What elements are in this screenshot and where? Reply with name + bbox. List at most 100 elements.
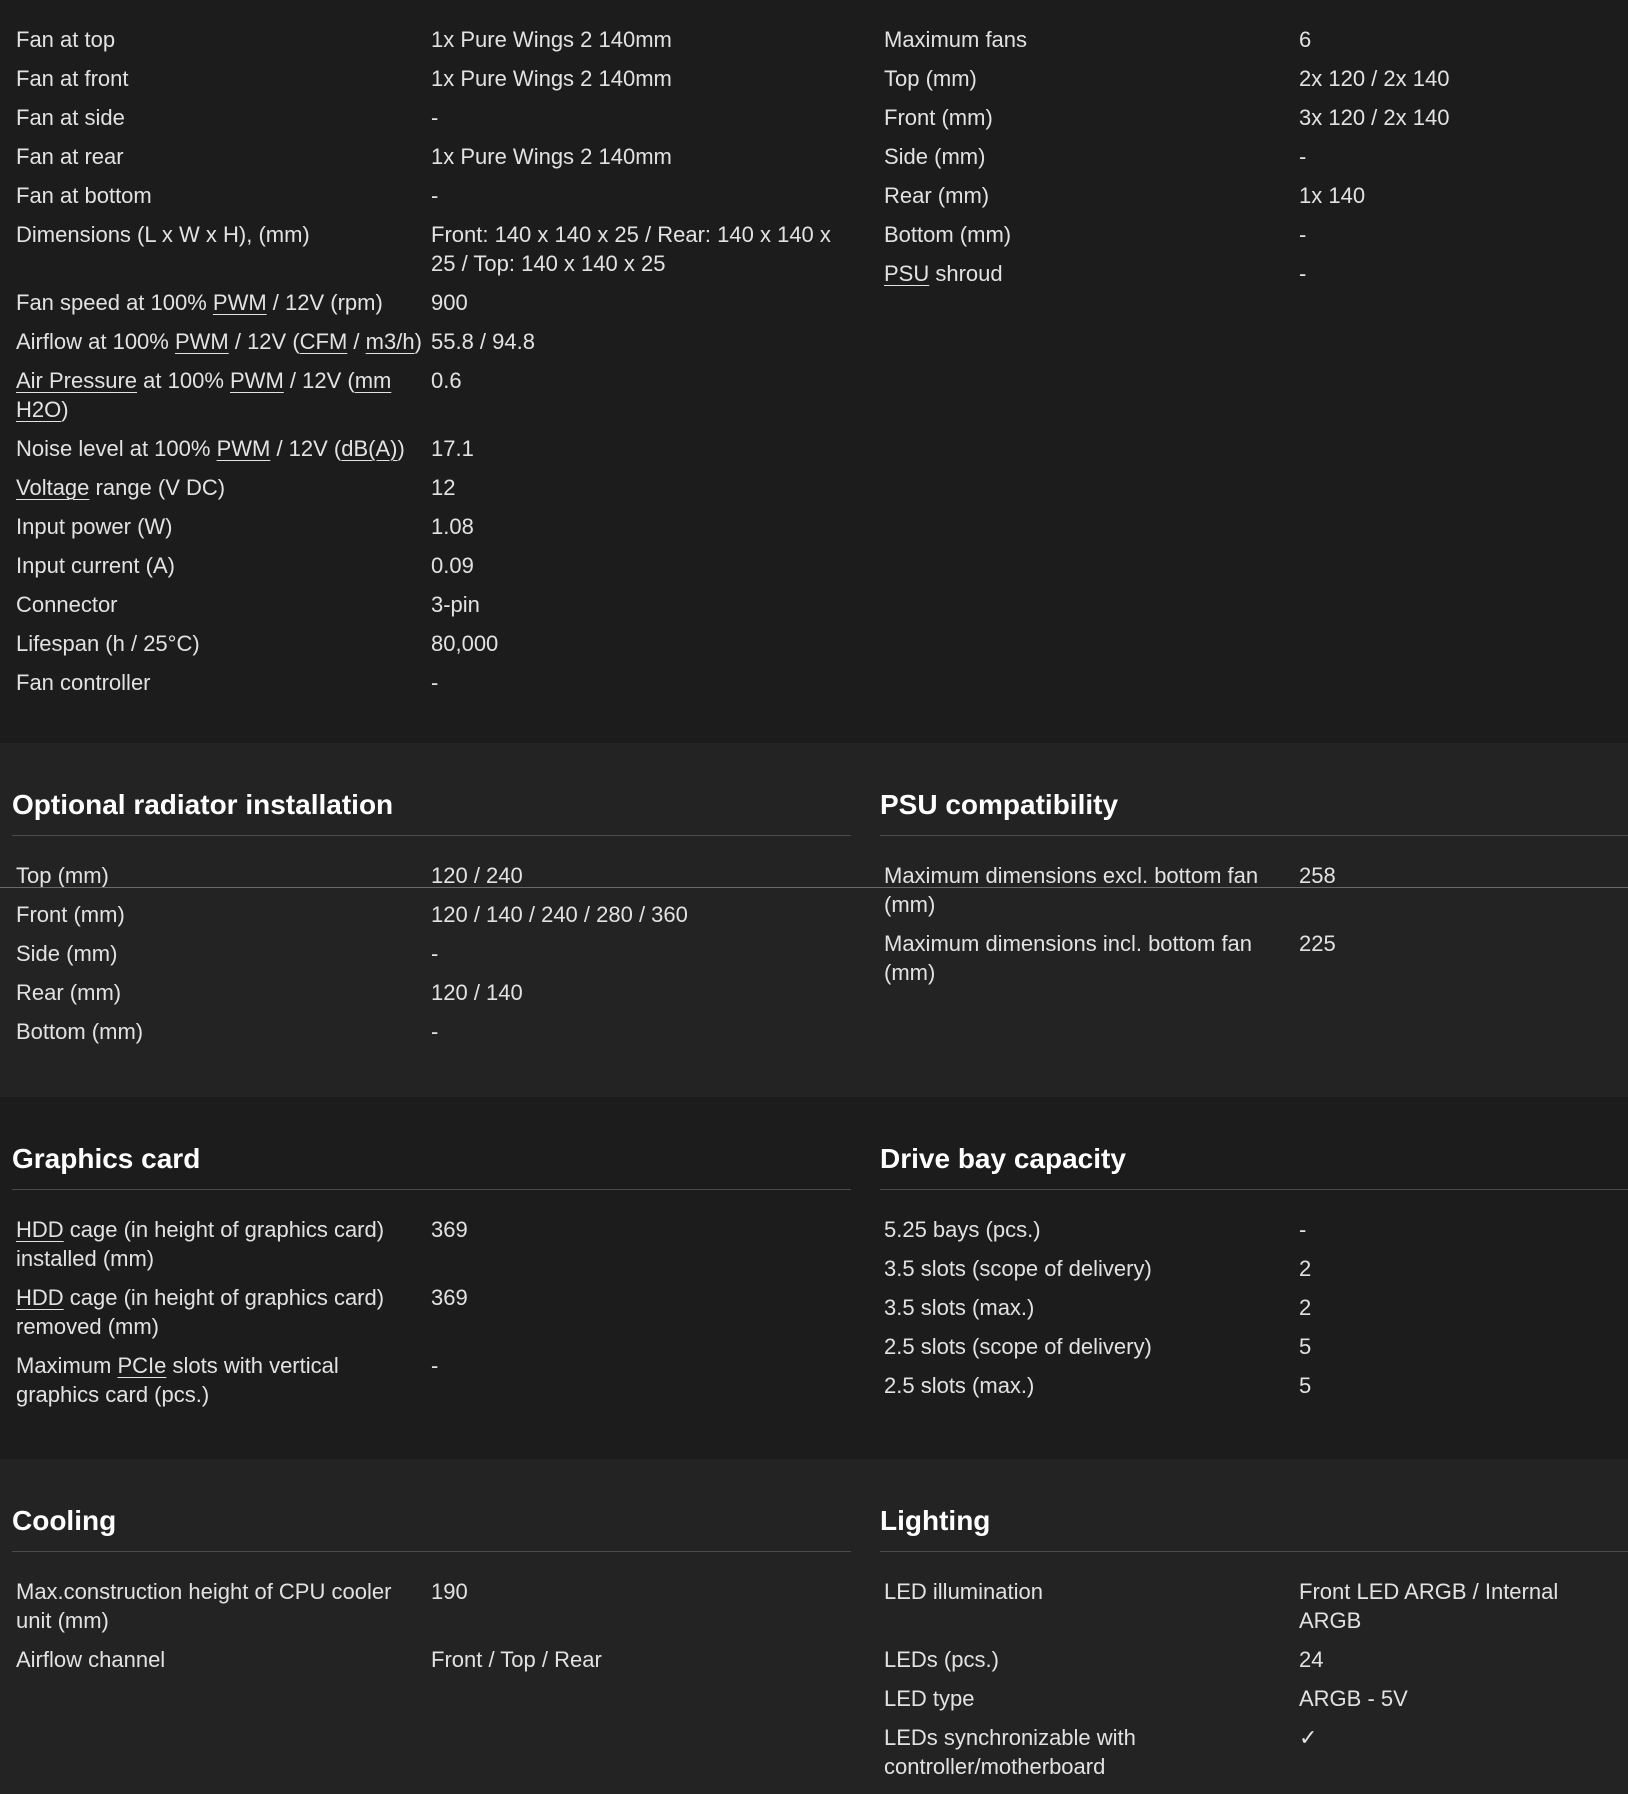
radiator-panel: Optional radiator installation Top (mm) 1… <box>0 743 851 1051</box>
graphics-drive-section: Graphics card HDD cage (in height of gra… <box>0 1097 1628 1459</box>
spec-row: Fan at front 1x Pure Wings 2 140mm <box>0 59 851 98</box>
spec-label: LEDs synchronizable with controller/moth… <box>884 1725 1136 1779</box>
spec-row: 2.5 slots (max.) 5 <box>868 1366 1628 1405</box>
spec-row: Lifespan (h / 25°C) 80,000 <box>0 624 851 663</box>
spec-value: - <box>431 105 439 130</box>
spec-label: Bottom (mm) <box>16 1019 144 1044</box>
spec-row: Fan at side - <box>0 98 851 137</box>
spec-label: Fan controller <box>16 670 151 695</box>
spec-label: Top (mm) <box>884 66 977 91</box>
section-title: Optional radiator installation <box>12 789 394 820</box>
spec-value: Front / Top / Rear <box>431 1647 602 1672</box>
spec-row: Voltage range (V DC) 12 <box>0 468 851 507</box>
spec-label: HDD cage (in height of graphics card) re… <box>16 1285 385 1339</box>
spec-value: - <box>431 670 439 695</box>
spec-label: Maximum dimensions excl. bottom fan (mm) <box>884 863 1259 917</box>
term-link[interactable]: Air Pressure <box>16 368 137 393</box>
section-title: Drive bay capacity <box>880 1143 1126 1174</box>
spec-value: 1x Pure Wings 2 140mm <box>431 27 672 52</box>
term-link[interactable]: PWM <box>213 290 267 315</box>
spec-row: Input power (W) 1.08 <box>0 507 851 546</box>
term-link[interactable]: m3/h <box>366 329 415 354</box>
spec-row: Max.construction height of CPU cooler un… <box>0 1572 851 1640</box>
spec-label: Side (mm) <box>16 941 118 966</box>
spec-row: Bottom (mm) - <box>0 1012 851 1051</box>
spec-value: 190 <box>431 1579 468 1604</box>
spec-row: Fan controller - <box>0 663 851 702</box>
term-link[interactable]: PWM <box>217 436 271 461</box>
spec-label: Fan at front <box>16 66 129 91</box>
spec-row: Front (mm) 3x 120 / 2x 140 <box>868 98 1628 137</box>
spec-value: - <box>1299 261 1307 286</box>
spec-value: 0.6 <box>431 368 462 393</box>
spec-row: Front (mm) 120 / 140 / 240 / 280 / 360 <box>0 895 851 934</box>
spec-label: 3.5 slots (max.) <box>884 1295 1035 1320</box>
spec-value: 1x Pure Wings 2 140mm <box>431 144 672 169</box>
fan-config-left: Fan at top 1x Pure Wings 2 140mm Fan at fr… <box>0 0 851 702</box>
term-link[interactable]: PCIe <box>117 1353 166 1378</box>
spec-value: Front: 140 x 140 x 25 / Rear: 140 x 140 … <box>431 222 831 276</box>
term-link[interactable]: HDD <box>16 1217 64 1242</box>
spec-label: Front (mm) <box>884 105 993 130</box>
spec-value: Front LED ARGB / Internal ARGB <box>1299 1579 1559 1633</box>
spec-label: Voltage range (V DC) <box>16 475 226 500</box>
spec-label: Dimensions (L x W x H), (mm) <box>16 222 310 247</box>
spec-row: LEDs (pcs.) 24 <box>868 1640 1628 1679</box>
spec-value: - <box>1299 222 1307 247</box>
term-link[interactable]: CFM <box>300 329 348 354</box>
spec-table: Max.construction height of CPU cooler un… <box>0 1552 851 1679</box>
spec-row: Side (mm) - <box>868 137 1628 176</box>
spec-value: 55.8 / 94.8 <box>431 329 535 354</box>
spec-row: Bottom (mm) - <box>868 215 1628 254</box>
term-link[interactable]: PWM <box>175 329 229 354</box>
spec-label: Airflow at 100% PWM / 12V (CFM / m3/h) <box>16 329 422 354</box>
psu-panel: PSU compatibility Maximum dimensions exc… <box>868 743 1628 992</box>
spec-row: 5.25 bays (pcs.) - <box>868 1210 1628 1249</box>
spec-row: LED illumination Front LED ARGB / Interna… <box>868 1572 1628 1640</box>
spec-value: 12 <box>431 475 456 500</box>
spec-table: 5.25 bays (pcs.) - 3.5 slots (scope of del… <box>868 1190 1628 1405</box>
spec-value: ARGB - 5V <box>1299 1686 1408 1711</box>
spec-value: 120 / 240 <box>431 863 523 888</box>
spec-value: - <box>1299 1217 1307 1242</box>
term-link[interactable]: PSU <box>884 261 929 286</box>
term-link[interactable]: HDD <box>16 1285 64 1310</box>
spec-label: Top (mm) <box>16 863 109 888</box>
spec-value: 5 <box>1299 1334 1312 1359</box>
spec-table: LED illumination Front LED ARGB / Interna… <box>868 1552 1628 1786</box>
spec-value: 6 <box>1299 27 1312 52</box>
spec-value: 1x Pure Wings 2 140mm <box>431 66 672 91</box>
cooling-panel: Cooling Max.construction height of CPU c… <box>0 1459 851 1679</box>
spec-label: Lifespan (h / 25°C) <box>16 631 200 656</box>
spec-label: Fan at side <box>16 105 125 130</box>
spec-value: 120 / 140 / 240 / 280 / 360 <box>431 902 688 927</box>
spec-value: 2 <box>1299 1295 1312 1320</box>
spec-label: 2.5 slots (scope of delivery) <box>884 1334 1152 1359</box>
spec-value: 120 / 140 <box>431 980 523 1005</box>
drive-bay-panel: Drive bay capacity 5.25 bays (pcs.) - 3.5 … <box>868 1097 1628 1405</box>
fan-config-right: Maximum fans 6 Top (mm) 2x 120 / 2x 140 Fron… <box>868 0 1628 293</box>
spec-label: Rear (mm) <box>884 183 990 208</box>
term-link[interactable]: dB(A) <box>341 436 397 461</box>
spec-table: Top (mm) 120 / 240 Front (mm) 120 / 140 / 2… <box>0 836 851 1051</box>
spec-row: 3.5 slots (max.) 2 <box>868 1288 1628 1327</box>
spec-value: - <box>431 941 439 966</box>
term-link[interactable]: Voltage <box>16 475 89 500</box>
spec-label: Air Pressure at 100% PWM / 12V (mm H2O) <box>16 368 392 422</box>
spec-table: Maximum fans 6 Top (mm) 2x 120 / 2x 140 Fron… <box>868 0 1628 293</box>
spec-row: Connector 3-pin <box>0 585 851 624</box>
spec-row: Maximum dimensions incl. bottom fan (mm)… <box>868 924 1628 992</box>
spec-row: Rear (mm) 1x 140 <box>868 176 1628 215</box>
spec-label: Airflow channel <box>16 1647 166 1672</box>
spec-value: 5 <box>1299 1373 1312 1398</box>
spec-label: Connector <box>16 592 118 617</box>
spec-row: Air Pressure at 100% PWM / 12V (mm H2O) 0… <box>0 361 851 429</box>
term-link[interactable]: PWM <box>230 368 284 393</box>
spec-value: 0.09 <box>431 553 474 578</box>
spec-table: Fan at top 1x Pure Wings 2 140mm Fan at fr… <box>0 0 851 702</box>
spec-value: 900 <box>431 290 468 315</box>
spec-value: 17.1 <box>431 436 474 461</box>
spec-row: Maximum PCIe slots with vertical graphic… <box>0 1346 851 1414</box>
spec-label: Rear (mm) <box>16 980 122 1005</box>
spec-row: Side (mm) - <box>0 934 851 973</box>
